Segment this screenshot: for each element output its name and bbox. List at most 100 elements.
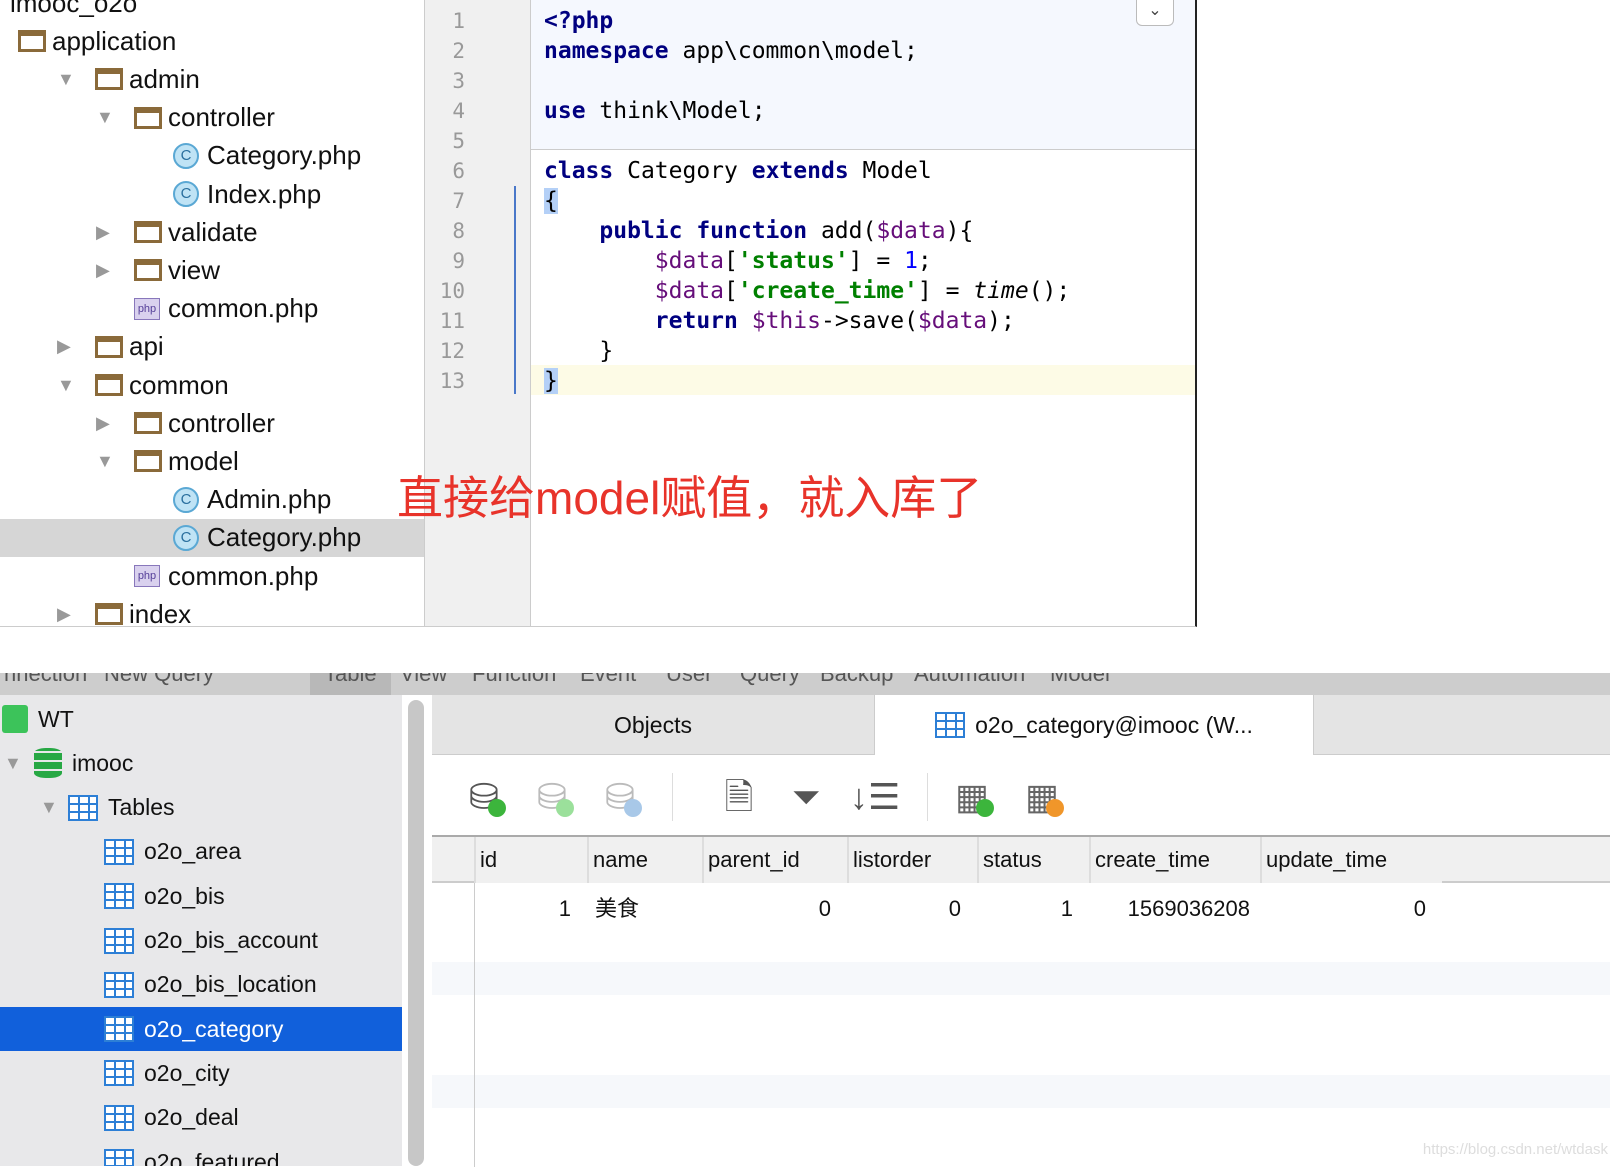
column-header[interactable]: id: [474, 837, 587, 883]
expanded-arrow-icon[interactable]: ▼: [57, 375, 75, 396]
sort-icon[interactable]: ↓☰: [850, 775, 900, 819]
code-line: use think\Model;: [544, 98, 766, 124]
folder-icon: [95, 68, 123, 91]
tree-item-label: controller: [168, 102, 275, 133]
code-line: }: [544, 368, 558, 394]
grid-cell[interactable]: 0: [702, 889, 831, 929]
table-icon: [104, 1060, 134, 1087]
collapsed-arrow-icon[interactable]: ▶: [57, 336, 71, 357]
import-icon[interactable]: ▦: [950, 775, 994, 819]
tree-item[interactable]: ▶ api: [0, 328, 424, 366]
column-header[interactable]: listorder: [847, 837, 977, 883]
table-icon: [104, 1149, 134, 1166]
tab-o2o-category[interactable]: o2o_category@imooc (W...: [874, 695, 1314, 755]
sidebar-item[interactable]: WT: [0, 697, 402, 741]
column-header[interactable]: create_time: [1089, 837, 1260, 883]
sidebar-item[interactable]: o2o_bis: [0, 874, 402, 918]
begin-transaction-icon[interactable]: ⛁: [462, 775, 506, 819]
table-view: Objects o2o_category@imooc (W... ⛁ ⛁ ⛁ 🗎 ⏷ ↓☰…: [432, 695, 1610, 1167]
sidebar-scrollbar[interactable]: [408, 700, 424, 1166]
code-editor[interactable]: 1 2 3 4 5 6 7 8 9 10 11 12 13 ⌄ <?php namespace app\c…: [425, 0, 1197, 627]
collapsed-arrow-icon[interactable]: ▶: [96, 413, 110, 434]
grid-cell[interactable]: 1: [474, 889, 571, 929]
grid-cell[interactable]: 0: [847, 889, 961, 929]
grid-cell[interactable]: 1569036208: [1089, 889, 1250, 929]
menu-item[interactable]: Model: [1050, 673, 1110, 687]
data-grid[interactable]: id name parent_id listorder status create_tim…: [432, 837, 1610, 1167]
tab-label: o2o_category@imooc (W...: [975, 711, 1253, 738]
php-file-icon: php: [134, 297, 160, 320]
menu-bar: nnection New Query Table View Function Event U…: [0, 673, 1610, 695]
sidebar-item[interactable]: o2o_deal: [0, 1096, 402, 1140]
commit-icon[interactable]: ⛁: [530, 775, 574, 819]
tree-item[interactable]: ▶ validate: [0, 213, 424, 251]
sidebar-item[interactable]: ▼ imooc: [0, 741, 402, 785]
tree-item[interactable]: php common.php: [0, 290, 424, 328]
tree-item-label: common.php: [168, 560, 319, 591]
menu-item[interactable]: nnection: [4, 673, 87, 687]
tree-item[interactable]: ▶ controller: [0, 404, 424, 442]
expanded-arrow-icon[interactable]: ▼: [40, 797, 58, 818]
grid-cell[interactable]: 0: [1260, 889, 1426, 929]
sidebar-item[interactable]: o2o_category: [0, 1007, 402, 1052]
tree-item[interactable]: C Category.php: [0, 137, 424, 175]
sidebar-item-label: o2o_bis: [144, 882, 225, 909]
grid-cell[interactable]: 美食: [595, 889, 695, 929]
sidebar-item[interactable]: o2o_featured: [0, 1140, 402, 1166]
sidebar-item[interactable]: o2o_bis_account: [0, 919, 402, 963]
folder-icon: [95, 603, 123, 626]
column-header[interactable]: status: [977, 837, 1089, 883]
menu-item[interactable]: Function: [472, 673, 556, 687]
chevron-down-icon[interactable]: ⌄: [1136, 0, 1174, 26]
column-header[interactable]: parent_id: [702, 837, 847, 883]
expanded-arrow-icon[interactable]: ▼: [96, 451, 114, 472]
tree-item[interactable]: C Admin.php: [0, 481, 424, 519]
grid-cell[interactable]: 1: [977, 889, 1073, 929]
tree-item[interactable]: C Index.php: [0, 175, 424, 213]
sidebar-item-label: o2o_featured: [144, 1148, 280, 1167]
menu-item[interactable]: Table: [310, 673, 391, 695]
tree-item[interactable]: ▼ controller: [0, 99, 424, 137]
expanded-arrow-icon[interactable]: ▼: [4, 753, 22, 774]
text-view-icon[interactable]: 🗎: [717, 775, 761, 819]
menu-item[interactable]: View: [400, 673, 447, 687]
menu-item[interactable]: Backup: [820, 673, 893, 687]
navicat-sidebar: WT ▼ imooc ▼ Tables o2o_area o2o_bis o2o_bis_ac…: [0, 695, 402, 1166]
code-line: class Category extends Model: [544, 158, 932, 184]
grid-stripe: [432, 962, 1610, 995]
menu-item[interactable]: Automation: [914, 673, 1025, 687]
filter-icon[interactable]: ⏷: [784, 775, 828, 819]
tree-item[interactable]: ▶ index: [0, 595, 424, 626]
rollback-icon[interactable]: ⛁: [598, 775, 642, 819]
table-icon: [104, 838, 134, 865]
menu-item[interactable]: Event: [580, 673, 636, 687]
menu-item[interactable]: New Query: [104, 673, 214, 687]
class-icon: C: [173, 486, 199, 513]
tree-item[interactable]: imooc_o2o: [0, 0, 424, 22]
collapsed-arrow-icon[interactable]: ▶: [96, 260, 110, 281]
table-icon: [935, 712, 966, 738]
menu-item[interactable]: Query: [740, 673, 800, 687]
collapsed-arrow-icon[interactable]: ▶: [96, 222, 110, 243]
tree-item[interactable]: php common.php: [0, 557, 424, 595]
line-number: 3: [452, 69, 465, 93]
column-header[interactable]: name: [587, 837, 702, 883]
sidebar-item[interactable]: o2o_area: [0, 830, 402, 874]
sidebar-item[interactable]: o2o_city: [0, 1051, 402, 1095]
tree-item[interactable]: ▼ common: [0, 366, 424, 404]
column-header[interactable]: update_time: [1260, 837, 1442, 883]
expanded-arrow-icon[interactable]: ▼: [96, 107, 114, 128]
sidebar-item[interactable]: o2o_bis_location: [0, 963, 402, 1007]
export-icon[interactable]: ▦: [1020, 775, 1064, 819]
tab-objects[interactable]: Objects: [432, 695, 874, 755]
tree-item[interactable]: ▶ view: [0, 251, 424, 289]
menu-item[interactable]: User: [666, 673, 712, 687]
collapsed-arrow-icon[interactable]: ▶: [57, 604, 71, 625]
tree-item[interactable]: ▼ model: [0, 442, 424, 480]
sidebar-item[interactable]: ▼ Tables: [0, 786, 402, 830]
tree-item[interactable]: ▼ admin: [0, 60, 424, 98]
expanded-arrow-icon[interactable]: ▼: [57, 69, 75, 90]
tree-item[interactable]: C Category.php: [0, 518, 424, 557]
code-line: }: [544, 338, 614, 364]
tree-item[interactable]: application: [0, 22, 424, 60]
